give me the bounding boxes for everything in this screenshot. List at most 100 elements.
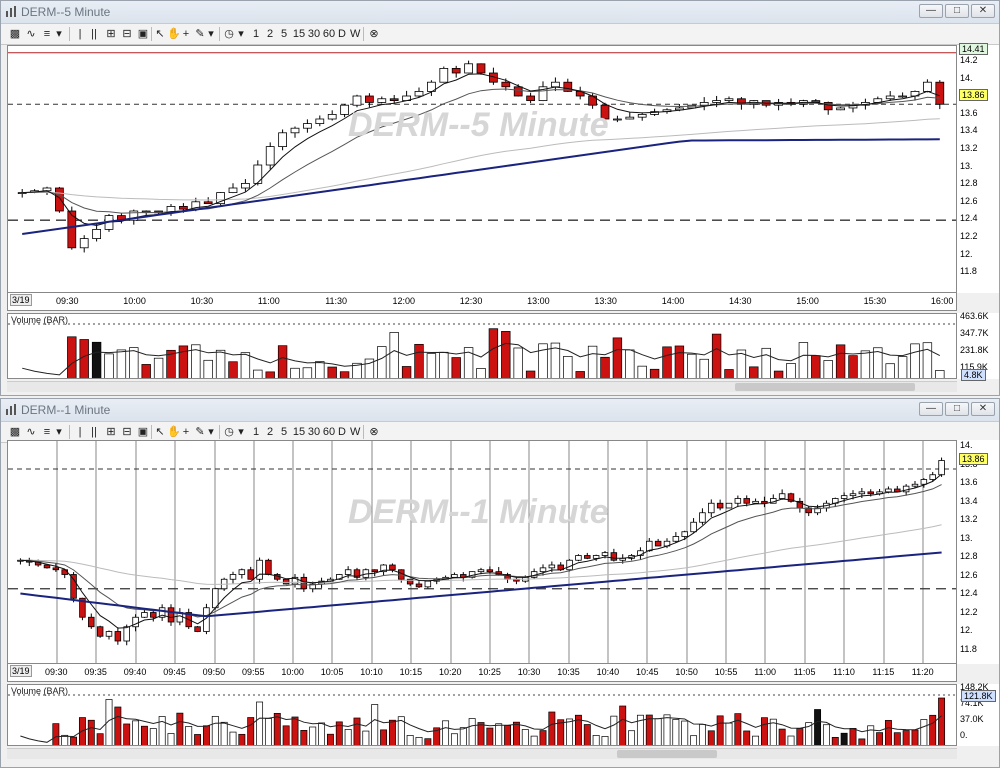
volume-bar	[530, 735, 538, 745]
interval-2[interactable]: 2	[265, 26, 275, 42]
bar-chart-icon[interactable]: ▩	[9, 424, 21, 440]
cursor-icon[interactable]: ↖	[155, 26, 165, 42]
maximize-button[interactable]: □	[945, 402, 969, 416]
volume-bar	[835, 344, 846, 378]
price-chart-5min[interactable]: DERM--5 Minute	[7, 45, 957, 293]
pencil-icon[interactable]: ✎	[195, 424, 205, 440]
minimize-button[interactable]: —	[919, 402, 943, 416]
scrollbar-thumb[interactable]	[735, 383, 915, 391]
maximize-button[interactable]: □	[945, 4, 969, 18]
close-button[interactable]: ✕	[971, 402, 995, 416]
hand-icon[interactable]: ✋	[167, 424, 181, 440]
toolbar-divider	[219, 27, 220, 41]
hand-icon[interactable]: ✋	[167, 26, 181, 42]
volume-bar	[401, 366, 412, 378]
volume-bar	[439, 351, 449, 378]
volume-bar	[663, 714, 671, 745]
title-bar[interactable]: DERM--5 Minute — □ ✕	[1, 1, 999, 24]
clock-icon[interactable]: ◷	[223, 424, 235, 440]
interval-1[interactable]: 1	[251, 26, 261, 42]
columns-icon[interactable]: ||	[89, 424, 99, 440]
close-circle-icon[interactable]: ⊗	[368, 424, 380, 440]
columns-icon[interactable]: ||	[89, 26, 99, 42]
chart-window-1min: DERM--1 Minute — □ ✕ ▩ ∿ ≡ ▾ | || ⊞ ⊟ ▣ …	[0, 398, 1000, 768]
interval-d[interactable]: D	[337, 424, 347, 440]
interval-w[interactable]: W	[350, 424, 360, 440]
pencil-icon[interactable]: ✎	[195, 26, 205, 42]
volume-bar	[929, 714, 937, 745]
split-icon[interactable]: |	[75, 424, 85, 440]
split-icon[interactable]: |	[75, 26, 85, 42]
interval-d[interactable]: D	[337, 26, 347, 42]
indicator-icon[interactable]: ≡	[41, 424, 53, 440]
interval-5[interactable]: 5	[279, 26, 289, 42]
candle-down	[501, 81, 511, 88]
price-tick-label: 13.	[960, 532, 973, 543]
price-chart-1min[interactable]: DERM--1 Minute	[7, 440, 957, 664]
volume-bar	[575, 371, 585, 378]
candle-up	[141, 210, 151, 213]
chart-watermark: DERM--1 Minute	[348, 493, 609, 531]
dropdown-icon[interactable]: ▾	[237, 26, 245, 42]
interval-30[interactable]: 30	[307, 26, 321, 42]
horizontal-scrollbar[interactable]	[7, 381, 957, 392]
interval-5[interactable]: 5	[279, 424, 289, 440]
line-chart-icon[interactable]: ∿	[25, 26, 37, 42]
close-circle-icon[interactable]: ⊗	[368, 26, 380, 42]
zoom-in-icon[interactable]: ⊞	[105, 424, 117, 440]
volume-bar	[796, 728, 804, 745]
zoom-out-icon[interactable]: ⊟	[121, 26, 133, 42]
title-bar[interactable]: DERM--1 Minute — □ ✕	[1, 399, 999, 422]
volume-bar	[35, 746, 41, 747]
horizontal-scrollbar[interactable]	[7, 748, 957, 759]
price-axis-1min[interactable]: 14.13.813.613.413.213.12.812.612.412.212…	[957, 440, 999, 664]
candle-down	[584, 555, 591, 559]
dropdown-icon[interactable]: ▾	[55, 26, 63, 42]
clock-icon[interactable]: ◷	[223, 26, 235, 42]
interval-60[interactable]: 60	[322, 26, 336, 42]
zoom-out-icon[interactable]: ⊟	[121, 424, 133, 440]
volume-bar	[583, 724, 591, 745]
candle-up	[920, 479, 928, 485]
fit-icon[interactable]: ▣	[137, 424, 149, 440]
close-button[interactable]: ✕	[971, 4, 995, 18]
interval-60[interactable]: 60	[322, 424, 336, 440]
minimize-button[interactable]: —	[919, 4, 943, 18]
fit-icon[interactable]: ▣	[137, 26, 149, 42]
interval-w[interactable]: W	[350, 26, 360, 42]
interval-15[interactable]: 15	[292, 424, 306, 440]
cursor-icon[interactable]: ↖	[155, 424, 165, 440]
volume-chart-5min[interactable]: Volume (BAR)	[7, 313, 957, 379]
price-tick-label: 13.6	[960, 477, 978, 487]
scrollbar-thumb[interactable]	[617, 750, 717, 758]
line-chart-icon[interactable]: ∿	[25, 424, 37, 440]
zoom-in-icon[interactable]: ⊞	[105, 26, 117, 42]
indicator-icon[interactable]: ≡	[41, 26, 53, 42]
price-tick-label: 13.4	[960, 125, 978, 136]
volume-bar	[67, 336, 77, 378]
interval-1[interactable]: 1	[251, 424, 261, 440]
dropdown-icon[interactable]: ▾	[55, 424, 63, 440]
candle-down	[150, 612, 157, 618]
bar-chart-icon[interactable]: ▩	[9, 26, 21, 42]
candle-up	[575, 555, 582, 561]
interval-15[interactable]: 15	[292, 26, 306, 42]
crosshair-icon[interactable]: +	[181, 424, 191, 440]
dropdown-icon[interactable]: ▾	[237, 424, 245, 440]
volume-bar	[699, 358, 709, 378]
volume-chart-1min[interactable]: Volume (BAR)	[7, 684, 957, 746]
toolbar-divider	[69, 425, 70, 439]
volume-bar	[140, 725, 148, 745]
toolbar-divider	[219, 425, 220, 439]
price-axis-5min[interactable]: 14.214.13.813.613.413.213.12.812.612.412…	[957, 43, 999, 293]
interval-2[interactable]: 2	[265, 424, 275, 440]
dropdown-icon[interactable]: ▾	[207, 424, 215, 440]
chart-watermark: DERM--5 Minute	[348, 106, 609, 144]
interval-30[interactable]: 30	[307, 424, 321, 440]
dropdown-icon[interactable]: ▾	[207, 26, 215, 42]
volume-bar	[167, 733, 175, 745]
price-tick-label: 11.8	[960, 266, 977, 277]
candle-up	[228, 187, 238, 193]
crosshair-icon[interactable]: +	[181, 26, 191, 42]
price-tick-label: 0.	[960, 730, 968, 740]
